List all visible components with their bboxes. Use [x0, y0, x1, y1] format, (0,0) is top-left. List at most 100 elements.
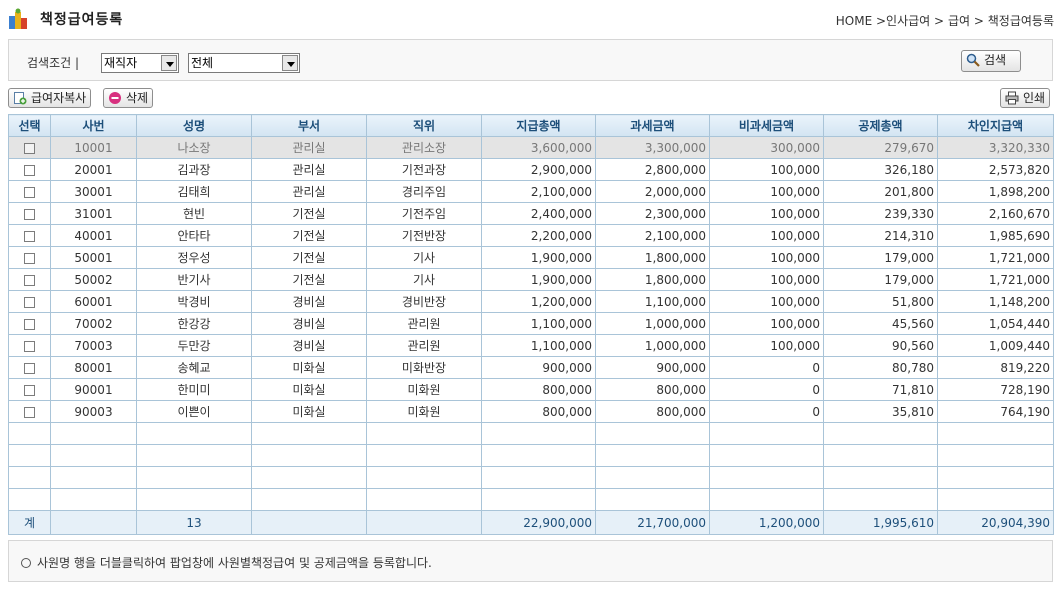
empty-cell	[937, 422, 1054, 445]
cell-deductions: 214,310	[823, 224, 938, 247]
column-header-non-taxable[interactable]: 비과세금액	[709, 114, 824, 137]
row-checkbox[interactable]	[24, 384, 35, 396]
empty-cell	[481, 422, 596, 445]
breadcrumb-payroll[interactable]: 급여	[948, 14, 970, 28]
column-header-deductions[interactable]: 공제총액	[823, 114, 938, 137]
copy-payroll-button[interactable]: 급여자복사	[8, 88, 92, 108]
cell-position: 기전과장	[366, 158, 482, 181]
cell-employee-name: 현빈	[136, 202, 252, 225]
cell-employee-name: 송혜교	[136, 356, 252, 379]
search-button-label: 검색	[984, 53, 1007, 67]
cell-non-taxable: 100,000	[709, 202, 824, 225]
empty-cell	[251, 444, 367, 467]
cell-position: 미화원	[366, 378, 482, 401]
row-select-cell	[8, 400, 51, 423]
page-title: 책정급여등록	[40, 12, 124, 28]
column-header-total-pay[interactable]: 지급총액	[481, 114, 596, 137]
column-header-employee-id[interactable]: 사번	[50, 114, 137, 137]
table-row[interactable]: 70003 두만강 경비실 관리원 1,100,000 1,000,000 100,000 9…	[8, 334, 1054, 357]
column-header-taxable[interactable]: 과세금액	[595, 114, 710, 137]
help-note-panel: 사원명 행을 더블클릭하여 팝업창에 사원별책정급여 및 공제금액을 등록합니다…	[8, 540, 1053, 582]
title-bar: 책정급여등록 HOME >인사급여 > 급여 > 책정급여등록	[8, 6, 1054, 32]
search-button[interactable]: 검색	[961, 50, 1021, 72]
cell-employee-name: 박경비	[136, 290, 252, 313]
cell-department: 기전실	[251, 224, 367, 247]
empty-cell	[8, 466, 51, 489]
cell-deductions: 71,810	[823, 378, 938, 401]
cell-position: 경비반장	[366, 290, 482, 313]
cell-taxable: 2,000,000	[595, 180, 710, 203]
row-checkbox[interactable]	[24, 318, 35, 330]
empty-cell	[709, 466, 824, 489]
chevron-down-icon[interactable]	[161, 55, 177, 71]
cell-deductions: 179,000	[823, 268, 938, 291]
table-row[interactable]: 60001 박경비 경비실 경비반장 1,200,000 1,100,000 100,000…	[8, 290, 1054, 313]
cell-total-pay: 1,200,000	[481, 290, 596, 313]
department-select[interactable]: 전체	[188, 53, 300, 73]
cell-department: 기전실	[251, 268, 367, 291]
total-cell-empty	[50, 510, 137, 535]
cell-employee-name: 김과장	[136, 158, 252, 181]
row-checkbox[interactable]	[24, 274, 35, 286]
empty-row	[8, 422, 1054, 445]
chevron-down-icon[interactable]	[282, 55, 298, 71]
cell-employee-id: 60001	[50, 290, 137, 313]
deductions-sum: 1,995,610	[823, 510, 938, 535]
cell-position: 경리주임	[366, 180, 482, 203]
cell-non-taxable: 300,000	[709, 136, 824, 159]
cell-employee-id: 10001	[50, 136, 137, 159]
table-row[interactable]: 20001 김과장 관리실 기전과장 2,900,000 2,800,000 100,000…	[8, 158, 1054, 181]
employment-status-select[interactable]: 재직자	[101, 53, 179, 73]
empty-cell	[50, 444, 137, 467]
row-checkbox[interactable]	[24, 296, 35, 308]
cell-deductions: 239,330	[823, 202, 938, 225]
cell-department: 경비실	[251, 312, 367, 335]
table-row[interactable]: 31001 현빈 기전실 기전주임 2,400,000 2,300,000 100,000 2…	[8, 202, 1054, 225]
table-row[interactable]: 70002 한강강 경비실 관리원 1,100,000 1,000,000 100,000 4…	[8, 312, 1054, 335]
table-row[interactable]: 40001 안타타 기전실 기전반장 2,200,000 2,100,000 100,000…	[8, 224, 1054, 247]
table-row[interactable]: 90001 한미미 미화실 미화원 800,000 800,000 0 71,810 728,1…	[8, 378, 1054, 401]
cell-taxable: 1,000,000	[595, 312, 710, 335]
breadcrumb-home[interactable]: HOME	[836, 14, 872, 28]
row-checkbox[interactable]	[24, 230, 35, 242]
empty-cell	[481, 444, 596, 467]
cell-non-taxable: 100,000	[709, 180, 824, 203]
table-row[interactable]: 50002 반기사 기전실 기사 1,900,000 1,800,000 100,000 17…	[8, 268, 1054, 291]
cell-non-taxable: 0	[709, 400, 824, 423]
help-note: 사원명 행을 더블클릭하여 팝업창에 사원별책정급여 및 공제금액을 등록합니다…	[21, 554, 432, 571]
column-header-select[interactable]: 선택	[8, 114, 51, 137]
cell-deductions: 90,560	[823, 334, 938, 357]
cell-employee-id: 80001	[50, 356, 137, 379]
delete-button[interactable]: 삭제	[103, 88, 154, 108]
table-row[interactable]: 90003 이쁜이 미화실 미화원 800,000 800,000 0 35,810 764,1…	[8, 400, 1054, 423]
print-button[interactable]: 인쇄	[1000, 88, 1051, 108]
cell-employee-id: 20001	[50, 158, 137, 181]
table-header-row: 선택 사번 성명 부서 직위 지급총액 과세금액 비과세금액 공제총액 차인지급…	[8, 114, 1054, 137]
row-checkbox[interactable]	[24, 208, 35, 220]
row-checkbox[interactable]	[24, 362, 35, 374]
table-row[interactable]: 80001 송혜교 미화실 미화반장 900,000 900,000 0 80,780 819,…	[8, 356, 1054, 379]
table-row[interactable]: 50001 정우성 기전실 기사 1,900,000 1,800,000 100,000 17…	[8, 246, 1054, 269]
breadcrumb-hr-payroll[interactable]: >인사급여	[876, 14, 930, 28]
row-checkbox[interactable]	[24, 164, 35, 176]
column-header-net-pay[interactable]: 차인지급액	[937, 114, 1054, 137]
copy-payroll-label: 급여자복사	[31, 91, 87, 105]
cell-department: 기전실	[251, 202, 367, 225]
employment-status-value: 재직자	[104, 56, 138, 70]
row-checkbox[interactable]	[24, 340, 35, 352]
empty-cell	[595, 444, 710, 467]
row-checkbox[interactable]	[24, 186, 35, 198]
table-row[interactable]: 30001 김태희 관리실 경리주임 2,100,000 2,000,000 100,000…	[8, 180, 1054, 203]
row-checkbox[interactable]	[24, 406, 35, 418]
app-logo-icon	[9, 8, 27, 29]
table-row[interactable]: 10001 나소장 관리실 관리소장 3,600,000 3,300,000 300,000…	[8, 136, 1054, 159]
column-header-department[interactable]: 부서	[251, 114, 367, 137]
row-checkbox[interactable]	[24, 142, 35, 154]
column-header-position[interactable]: 직위	[366, 114, 482, 137]
cell-department: 미화실	[251, 356, 367, 379]
empty-cell	[823, 444, 938, 467]
column-header-name[interactable]: 성명	[136, 114, 252, 137]
row-checkbox[interactable]	[24, 252, 35, 264]
cell-net-pay: 1,009,440	[937, 334, 1054, 357]
cell-employee-id: 90001	[50, 378, 137, 401]
